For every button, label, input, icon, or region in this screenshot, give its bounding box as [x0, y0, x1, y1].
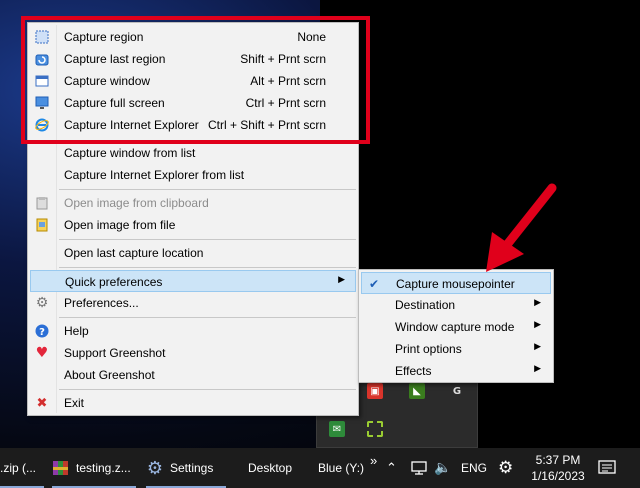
submenu-arrow-icon: ▶: [338, 275, 345, 285]
show-hidden-icons-button[interactable]: ⌃: [386, 448, 397, 488]
gear-icon: ⚙: [498, 458, 514, 478]
screenshot-tray-icon[interactable]: [367, 421, 383, 437]
settings-tray-button[interactable]: ⚙: [498, 448, 513, 488]
clock-date: 1/16/2023: [531, 469, 585, 483]
menu-item-open-file[interactable]: Open image from file: [30, 214, 356, 236]
quick-preferences-submenu: ✔ Capture mousepointer Destination ▶ Win…: [358, 269, 554, 383]
menu-item-about[interactable]: About Greenshot: [30, 364, 356, 386]
annotation-highlight-box: [21, 16, 370, 144]
network-icon: [411, 461, 427, 475]
notification-icon: [598, 460, 616, 474]
submenu-item-window-capture-mode[interactable]: Window capture mode ▶: [361, 316, 551, 338]
menu-item-support[interactable]: ♥ Support Greenshot: [30, 342, 356, 364]
menu-item-help[interactable]: ? Help: [30, 320, 356, 342]
volume-tray-button[interactable]: 🔈: [434, 448, 451, 488]
svg-text:?: ?: [39, 327, 45, 338]
winrar-icon: [52, 459, 70, 477]
submenu-arrow-icon: ▶: [534, 320, 541, 330]
help-icon: ?: [34, 323, 50, 339]
menu-separator: [59, 239, 356, 240]
annotation-arrow: [486, 183, 557, 272]
language-indicator[interactable]: ENG: [461, 448, 487, 488]
clock[interactable]: 5:37 PM 1/16/2023: [528, 448, 588, 488]
submenu-item-print-options[interactable]: Print options ▶: [361, 338, 551, 360]
menu-item-capture-ie-list[interactable]: Capture Internet Explorer from list: [30, 164, 356, 186]
submenu-arrow-icon: ▶: [534, 342, 541, 352]
menu-item-preferences[interactable]: ⚙ Preferences...: [30, 292, 356, 314]
g-tray-icon[interactable]: G: [449, 383, 465, 399]
action-center-button[interactable]: [598, 448, 616, 488]
toolbar-more-button[interactable]: »: [370, 440, 377, 480]
menu-separator: [59, 389, 356, 390]
menu-separator: [59, 189, 356, 190]
nvidia-tray-icon[interactable]: ◣: [409, 383, 425, 399]
gear-icon: ⚙: [35, 295, 49, 311]
mail-tray-icon[interactable]: ✉: [329, 421, 345, 437]
checkmark-icon: ✔: [368, 277, 380, 291]
submenu-item-destination[interactable]: Destination ▶: [361, 294, 551, 316]
settings-gear-icon: ⚙: [146, 457, 164, 479]
taskbar-desktop-toolbar[interactable]: Desktop: [248, 448, 292, 488]
clock-time: 5:37 PM: [535, 453, 581, 467]
taskbar-zip-item[interactable]: .zip (...: [0, 448, 46, 488]
submenu-arrow-icon: ▶: [534, 298, 541, 308]
menu-separator: [59, 267, 356, 268]
greenshot-tray-icon[interactable]: ▣: [367, 383, 383, 399]
network-tray-button[interactable]: [410, 448, 428, 488]
menu-item-open-clipboard[interactable]: Open image from clipboard: [30, 192, 356, 214]
taskbar-blue-drive-toolbar[interactable]: Blue (Y:): [318, 448, 364, 488]
taskbar-testing-item[interactable]: testing.z...: [52, 448, 138, 488]
taskbar: .zip (... testing.z... ⚙ Settings Deskto…: [0, 448, 640, 488]
taskbar-settings-item[interactable]: ⚙ Settings: [146, 448, 226, 488]
clipboard-icon: [34, 195, 50, 211]
menu-separator: [59, 317, 356, 318]
menu-item-capture-window-list[interactable]: Capture window from list: [30, 142, 356, 164]
submenu-arrow-icon: ▶: [534, 364, 541, 374]
chevron-up-icon: ⌃: [386, 460, 397, 476]
menu-item-quick-preferences[interactable]: Quick preferences ▶: [30, 270, 356, 292]
menu-item-exit[interactable]: ✖ Exit: [30, 392, 356, 414]
menu-item-open-last-capture[interactable]: Open last capture location: [30, 242, 356, 264]
submenu-item-effects[interactable]: Effects ▶: [361, 360, 551, 382]
close-icon: ✖: [36, 395, 48, 411]
heart-icon: ♥: [35, 345, 49, 361]
file-icon: [34, 217, 50, 233]
speaker-icon: 🔈: [434, 460, 452, 476]
